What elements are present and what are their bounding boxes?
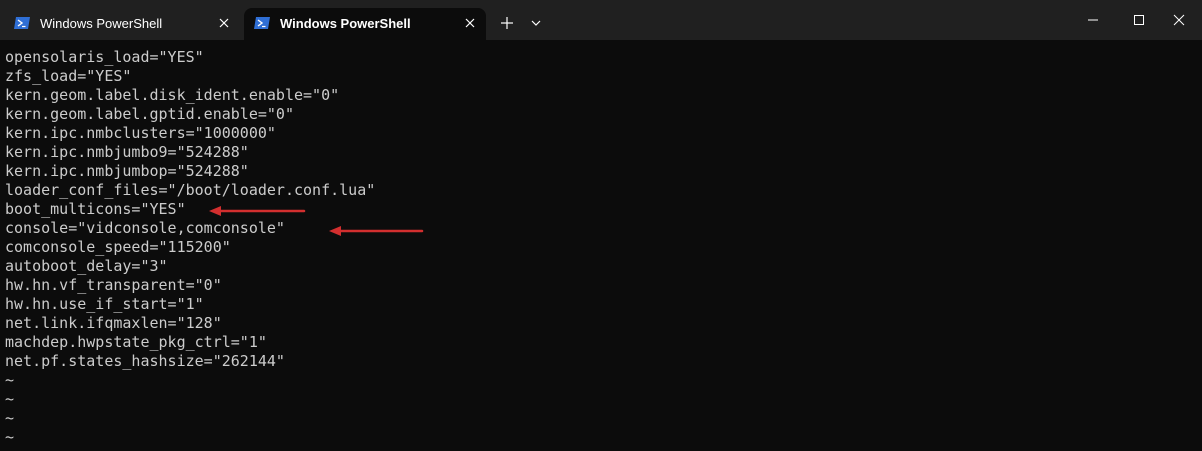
terminal-line: kern.ipc.nmbjumbo9="524288": [5, 143, 249, 161]
annotation-arrow-console: [329, 226, 424, 236]
terminal-line: autoboot_delay="3": [5, 257, 168, 275]
terminal-line: opensolaris_load="YES": [5, 48, 204, 66]
tab-powershell-2[interactable]: Windows PowerShell: [244, 8, 486, 40]
terminal-line: hw.hn.vf_transparent="0": [5, 276, 222, 294]
tab-title: Windows PowerShell: [280, 16, 411, 31]
maximize-icon: [1134, 15, 1144, 25]
close-icon: [1173, 14, 1185, 26]
close-tab-icon[interactable]: [218, 17, 230, 29]
terminal-line: kern.ipc.nmbclusters="1000000": [5, 124, 276, 142]
empty-line-tilde: ~: [5, 409, 15, 427]
terminal-line: zfs_load="YES": [5, 67, 132, 85]
terminal-line: net.link.ifqmaxlen="128": [5, 314, 222, 332]
close-tab-icon[interactable]: [464, 17, 476, 29]
terminal-line: kern.ipc.nmbjumbop="524288": [5, 162, 249, 180]
terminal-line: hw.hn.use_if_start="1": [5, 295, 204, 313]
terminal-line: net.pf.states_hashsize="262144": [5, 352, 285, 370]
tab-powershell-1[interactable]: Windows PowerShell: [4, 8, 240, 40]
terminal-window: Windows PowerShell Windows PowerShell op…: [0, 0, 1202, 451]
terminal-output[interactable]: opensolaris_load="YES" zfs_load="YES" ke…: [0, 44, 1202, 451]
new-tab-plus-icon[interactable]: [496, 12, 518, 34]
close-window-button[interactable]: [1156, 0, 1202, 40]
minimize-icon: [1088, 19, 1098, 21]
terminal-line: console="vidconsole,comconsole": [5, 219, 285, 237]
empty-line-tilde: ~: [5, 371, 15, 389]
annotation-arrow-boot-multicons: [209, 206, 306, 216]
chevron-down-icon[interactable]: [526, 12, 546, 34]
empty-line-tilde: ~: [5, 428, 15, 446]
terminal-line: kern.geom.label.disk_ident.enable="0": [5, 86, 340, 104]
tab-title: Windows PowerShell: [40, 16, 163, 31]
minimize-button[interactable]: [1070, 0, 1116, 40]
title-bar: Windows PowerShell Windows PowerShell: [0, 0, 1202, 40]
terminal-line: boot_multicons="YES": [5, 200, 186, 218]
empty-line-tilde: ~: [5, 390, 15, 408]
terminal-line: kern.geom.label.gptid.enable="0": [5, 105, 294, 123]
powershell-icon: [14, 17, 30, 29]
terminal-line: comconsole_speed="115200": [5, 238, 231, 256]
powershell-icon: [254, 17, 270, 29]
terminal-line: machdep.hwpstate_pkg_ctrl="1": [5, 333, 267, 351]
terminal-line: loader_conf_files="/boot/loader.conf.lua…: [5, 181, 376, 199]
